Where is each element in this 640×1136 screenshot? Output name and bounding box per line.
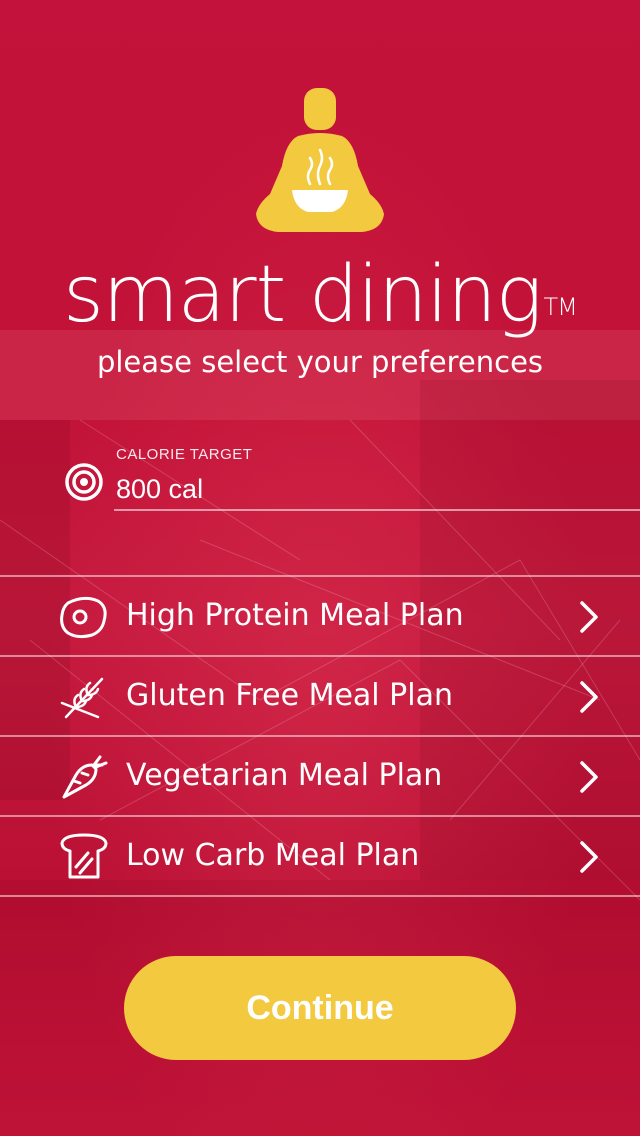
meal-plan-label: Gluten Free Meal Plan bbox=[126, 678, 453, 713]
brand-name: smart dining bbox=[63, 250, 542, 340]
page-subtitle: please select your preferences bbox=[96, 345, 544, 379]
calorie-target-value[interactable]: 800 cal bbox=[116, 472, 203, 506]
wheat-crossed-icon bbox=[60, 677, 104, 719]
brand-title: smart diningTM bbox=[0, 250, 640, 340]
continue-button[interactable]: Continue bbox=[124, 956, 516, 1060]
meal-plan-vegetarian[interactable]: Vegetarian Meal Plan bbox=[0, 735, 640, 815]
carrot-icon bbox=[62, 755, 108, 799]
preferences-screen: smart diningTM please select your prefer… bbox=[0, 0, 640, 1136]
meal-plan-label: Low Carb Meal Plan bbox=[126, 838, 420, 873]
calorie-target-label: CALORIE TARGET bbox=[116, 446, 253, 463]
meal-plan-high-protein[interactable]: High Protein Meal Plan bbox=[0, 575, 640, 655]
meal-plan-gluten-free[interactable]: Gluten Free Meal Plan bbox=[0, 655, 640, 735]
chevron-right-icon bbox=[580, 841, 598, 873]
field-underline bbox=[114, 509, 640, 511]
steak-icon bbox=[60, 596, 107, 639]
bread-crossed-icon bbox=[60, 833, 108, 879]
meal-plan-low-carb[interactable]: Low Carb Meal Plan bbox=[0, 815, 640, 897]
meal-plan-label: High Protein Meal Plan bbox=[126, 598, 464, 633]
meditating-person-with-bowl-icon bbox=[256, 88, 384, 232]
meal-plan-label: Vegetarian Meal Plan bbox=[126, 758, 443, 793]
chevron-right-icon bbox=[580, 681, 598, 713]
trademark-mark: TM bbox=[543, 293, 578, 321]
meal-plan-list: High Protein Meal Plan Gluten Free Meal bbox=[0, 575, 640, 897]
chevron-right-icon bbox=[580, 761, 598, 793]
target-icon bbox=[65, 463, 103, 501]
calorie-target-field[interactable]: CALORIE TARGET 800 cal bbox=[0, 440, 640, 512]
chevron-right-icon bbox=[580, 601, 598, 633]
